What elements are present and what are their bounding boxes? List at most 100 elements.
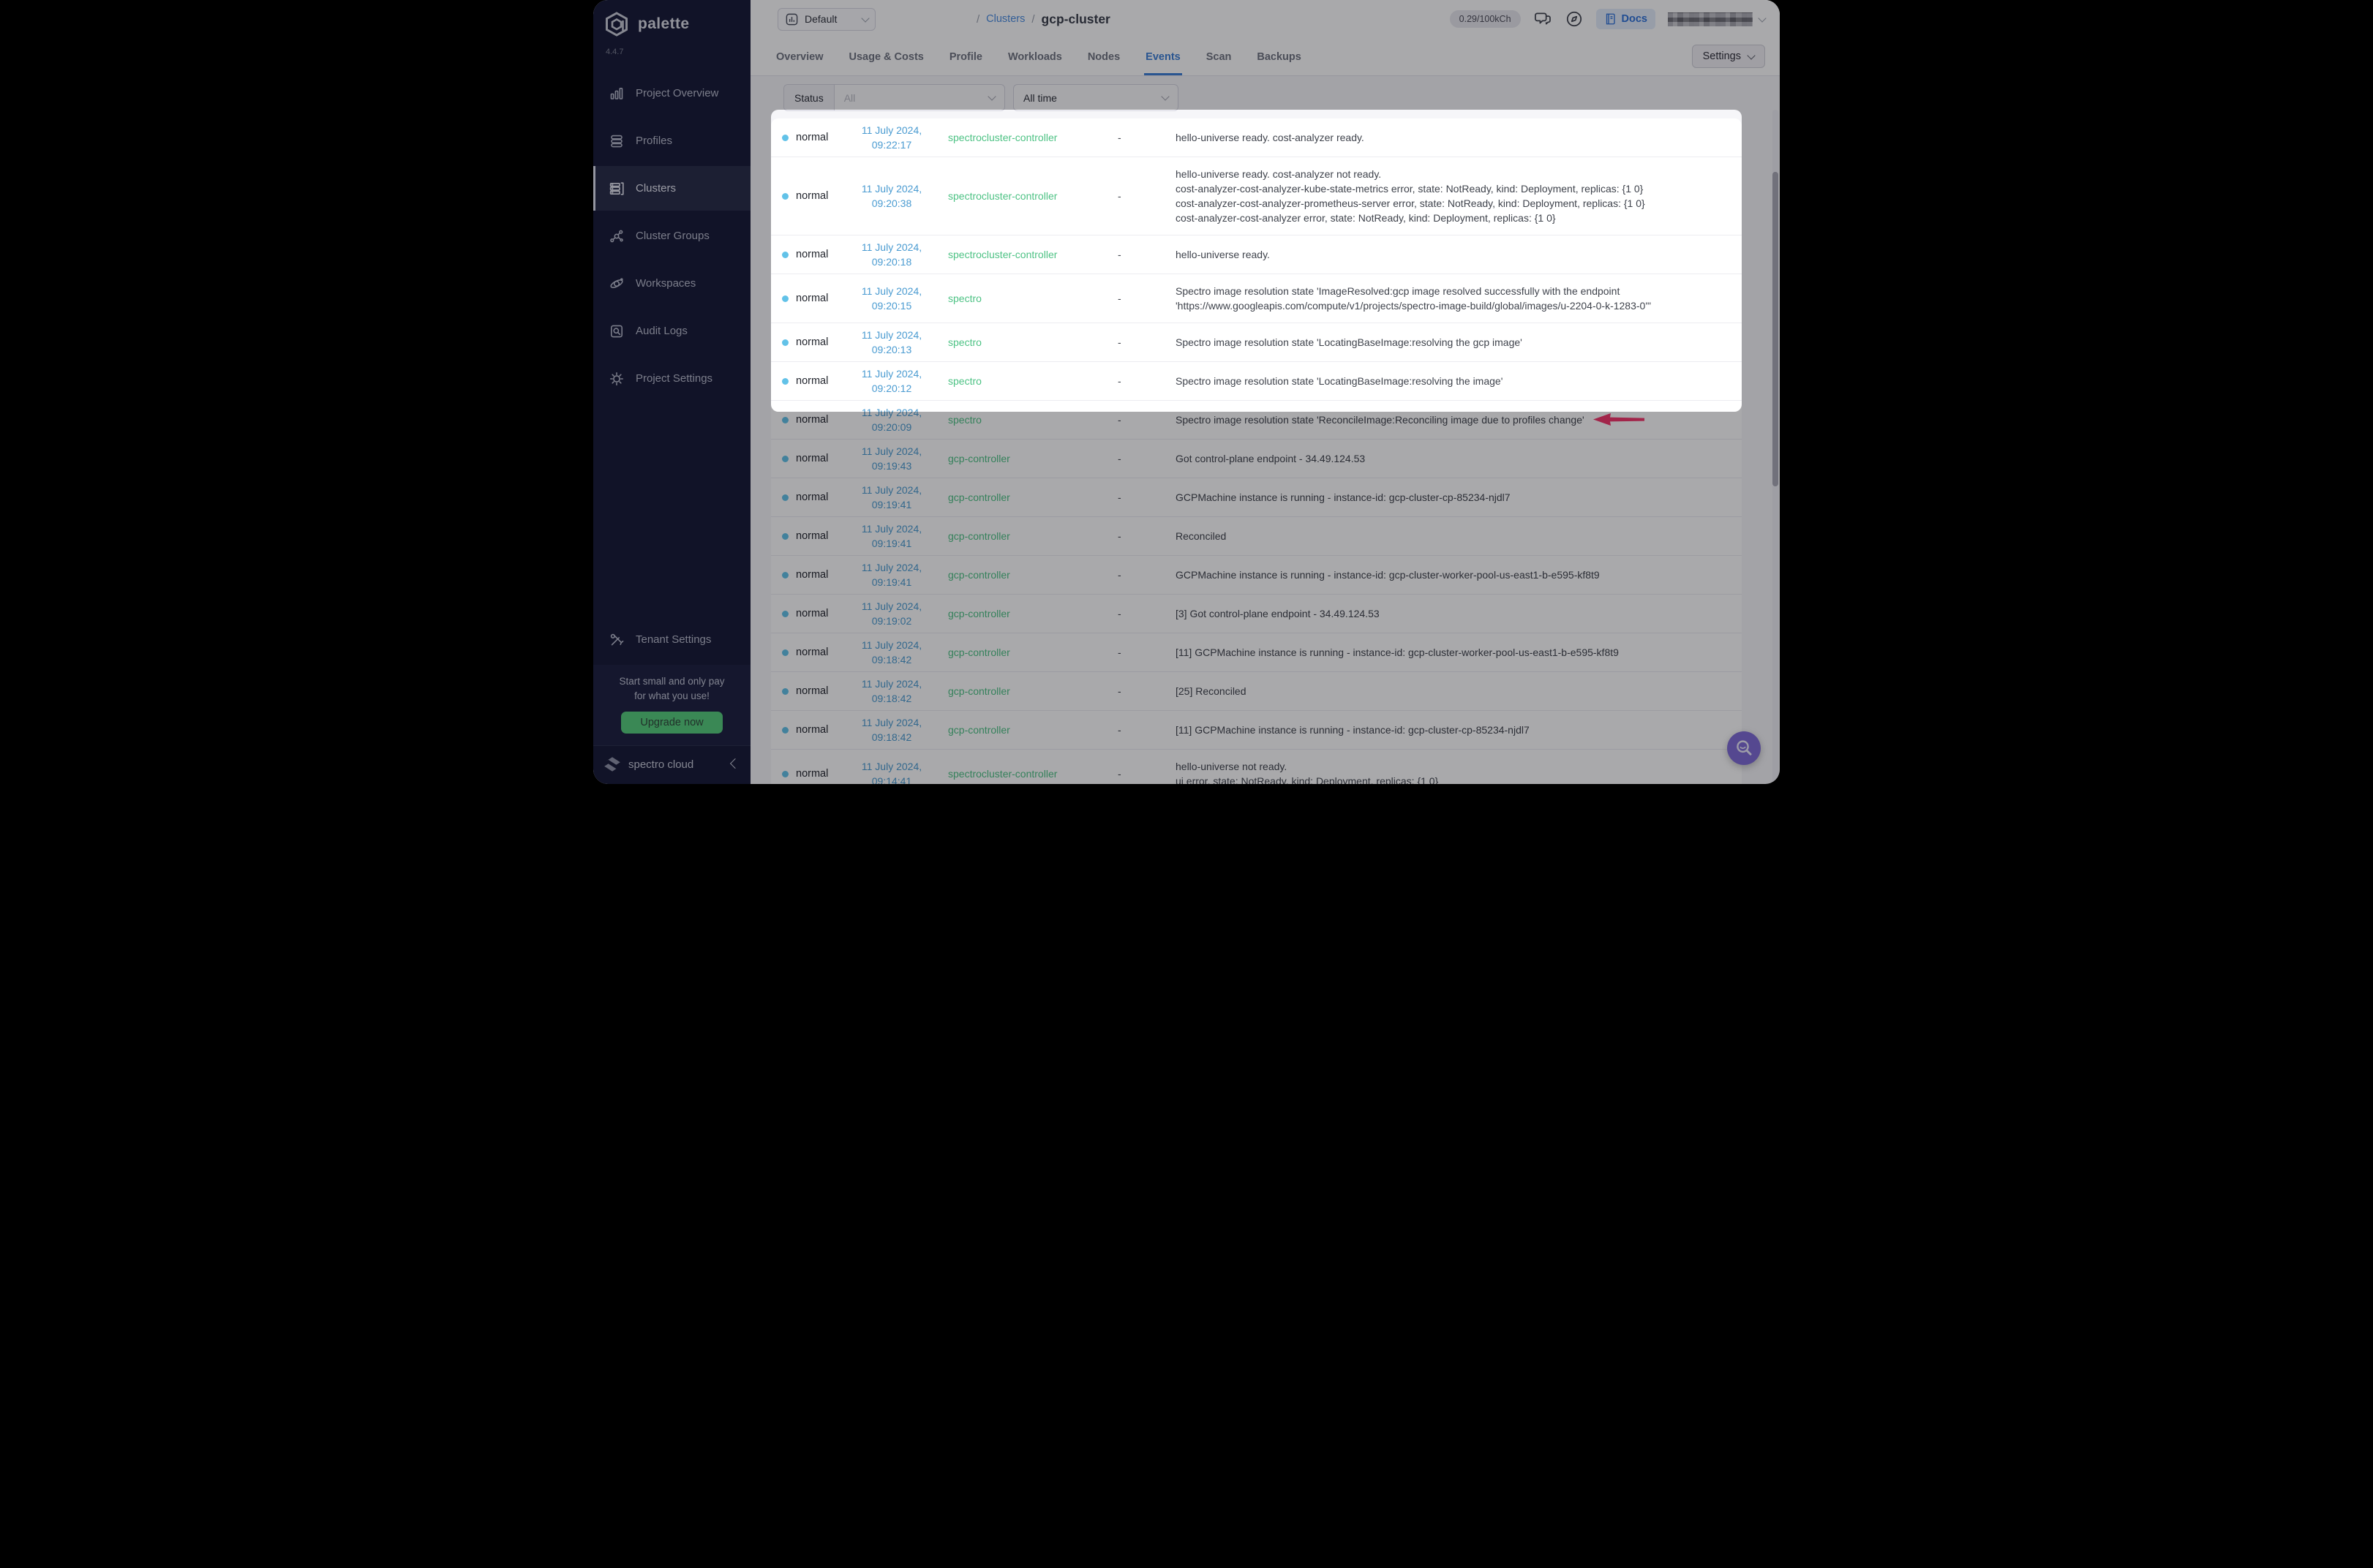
event-status: normal [771,375,848,387]
docs-button[interactable]: Docs [1595,9,1655,29]
sidebar-item-workspaces[interactable]: Workspaces [593,261,751,306]
tab-nodes[interactable]: Nodes [1086,51,1121,75]
event-row: normal 11 July 2024, 09:19:43 gcp-contro… [771,440,1742,478]
sidebar-item-project-settings[interactable]: Project Settings [593,356,751,401]
tab-workloads[interactable]: Workloads [1007,51,1064,75]
event-timestamp: 11 July 2024, 09:18:42 [861,678,922,704]
event-message-line: Got control-plane endpoint - 34.49.124.5… [1176,453,1366,464]
event-timestamp: 11 July 2024, 09:20:09 [861,407,922,433]
sidebar-collapse-icon[interactable] [729,758,741,769]
event-row: normal 11 July 2024, 09:19:02 gcp-contro… [771,595,1742,633]
clusters-icon [609,181,625,197]
promo-line1: Start small and only pay [619,676,725,687]
sidebar-item-cluster-groups[interactable]: Cluster Groups [593,214,751,258]
tab-overview[interactable]: Overview [775,51,825,75]
page-title: gcp-cluster [1041,11,1110,26]
event-involved-object: - [1118,647,1121,658]
event-status: normal [771,530,848,542]
project-selector[interactable]: Default [778,7,876,31]
event-timestamp: 11 July 2024, 09:19:43 [861,445,922,472]
status-dot-icon [782,339,789,346]
help-search-fab[interactable] [1727,731,1761,765]
user-menu[interactable] [1668,12,1767,26]
event-message-line: hello-universe not ready. [1176,761,1287,772]
event-row: normal 11 July 2024, 09:19:41 gcp-contro… [771,478,1742,517]
tab-events[interactable]: Events [1144,51,1182,75]
event-row: normal 11 July 2024, 09:22:17 spectroclu… [771,118,1742,157]
sidebar-nav: Project Overview Profiles Clusters Clust… [593,71,751,404]
event-message-line: hello-universe ready. cost-analyzer not … [1176,168,1382,180]
event-message: Reconciled [1162,519,1742,553]
event-involved-object: - [1118,249,1121,260]
event-involved-object: - [1118,414,1121,426]
tab-profile[interactable]: Profile [948,51,984,75]
chevron-down-icon [1758,13,1767,23]
tab-scan[interactable]: Scan [1205,51,1233,75]
event-timestamp: 11 July 2024, 09:20:12 [861,368,922,394]
upgrade-now-button[interactable]: Upgrade now [621,712,723,734]
chat-icon[interactable] [1533,10,1552,29]
sidebar-item-profiles[interactable]: Profiles [593,118,751,163]
tenant-settings-icon [609,632,625,648]
event-timestamp: 11 July 2024, 09:19:02 [861,600,922,627]
profiles-icon [609,133,625,149]
event-involved-object: - [1118,608,1121,619]
compass-icon[interactable] [1565,10,1584,29]
event-message-line: Spectro image resolution state 'Locating… [1176,336,1522,348]
event-involved-object: - [1118,768,1121,780]
event-message: Got control-plane endpoint - 34.49.124.5… [1162,442,1742,475]
event-timestamp: 11 July 2024, 09:18:42 [861,639,922,666]
event-involved-object: - [1118,491,1121,503]
event-involved-object: - [1118,453,1121,464]
status-dot-icon [782,455,789,462]
event-involved-object: - [1118,724,1121,736]
user-name-redacted [1668,12,1753,26]
event-timestamp: 11 July 2024, 09:20:18 [861,241,922,268]
usage-badge: 0.29/100kCh [1449,10,1521,28]
event-message: [25] Reconciled [1162,674,1742,708]
sidebar-item-audit-logs[interactable]: Audit Logs [593,309,751,353]
tab-backups[interactable]: Backups [1255,51,1302,75]
status-dot-icon [782,649,789,656]
sidebar-item-project-overview[interactable]: Project Overview [593,71,751,116]
tab-usage-costs[interactable]: Usage & Costs [848,51,925,75]
event-status: normal [771,190,848,202]
event-source: gcp-controller [948,569,1010,581]
breadcrumb-clusters-link[interactable]: Clusters [986,13,1025,25]
sidebar-item-label: Workspaces [636,277,696,290]
scrollbar-thumb[interactable] [1772,172,1778,486]
cluster-groups-icon [609,228,625,244]
time-range-filter[interactable]: All time [1013,84,1178,111]
status-dot-icon [782,416,789,423]
event-involved-object: - [1118,530,1121,542]
event-source: gcp-controller [948,685,1010,697]
event-status: normal [771,249,848,260]
event-row: normal 11 July 2024, 09:20:38 spectroclu… [771,157,1742,235]
event-status: normal [771,685,848,697]
event-message-line: [25] Reconciled [1176,685,1246,697]
status-dot-icon [782,610,789,617]
sidebar-item-tenant-settings[interactable]: Tenant Settings [593,617,751,662]
chevron-down-icon [861,13,870,23]
event-message: hello-universe ready. cost-analyzer not … [1162,157,1742,235]
event-message-line: cost-analyzer-cost-analyzer-prometheus-s… [1176,197,1645,209]
event-message-line: Spectro image resolution state 'Reconcil… [1176,412,1724,427]
event-timestamp: 11 July 2024, 09:18:42 [861,717,922,743]
palette-logo: palette [593,0,751,39]
project-overview-icon [609,86,625,102]
event-involved-object: - [1118,685,1121,697]
event-message: GCPMachine instance is running - instanc… [1162,480,1742,514]
status-dot-icon [782,192,789,200]
event-message: Spectro image resolution state 'ImageRes… [1162,274,1742,323]
status-filter[interactable]: Status All [783,84,1005,111]
app-version: 4.4.7 [606,48,624,56]
status-dot-icon [782,377,789,385]
chevron-down-icon [1161,92,1170,101]
event-message: hello-universe ready. [1162,238,1742,271]
settings-button[interactable]: Settings [1691,45,1765,68]
audit-logs-icon [609,323,625,339]
event-status: normal [771,336,848,348]
sidebar-item-clusters[interactable]: Clusters [593,166,751,211]
sidebar: palette 4.4.7 Project Overview Profiles … [593,0,751,784]
event-row: normal 11 July 2024, 09:18:42 gcp-contro… [771,672,1742,711]
